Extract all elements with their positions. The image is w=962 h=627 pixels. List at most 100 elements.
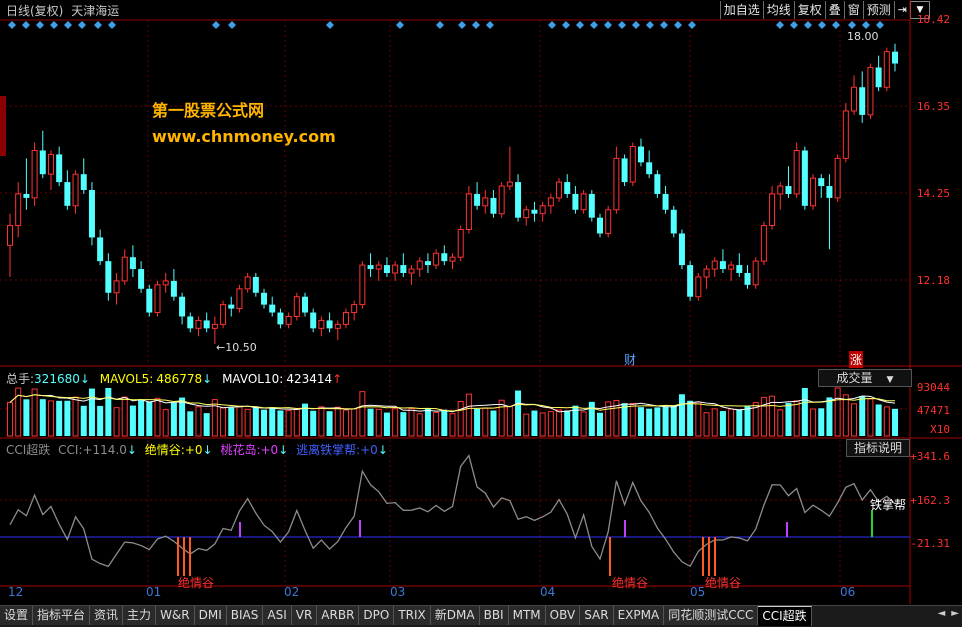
volume-bar (556, 409, 563, 437)
tab-19[interactable]: CCI超跌 (758, 606, 812, 626)
candle-body (801, 150, 808, 206)
volume-bar (23, 399, 30, 436)
total-volume-value: 321680 (34, 372, 80, 386)
x-axis-label: 06 (840, 585, 856, 599)
volume-bar (760, 396, 767, 437)
jueqinggu-value: +0 (184, 443, 203, 457)
candle-body (777, 185, 784, 195)
x-axis-label: 12 (8, 585, 24, 599)
tab-17[interactable]: EXPMA (613, 606, 665, 625)
tab-1[interactable]: 指标平台 (33, 606, 91, 625)
tab-15[interactable]: OBV (545, 606, 581, 625)
tab-4[interactable]: W&R (156, 606, 195, 625)
tab-10[interactable]: DPO (359, 606, 395, 625)
candle-body (47, 153, 54, 175)
candle-body (179, 296, 186, 317)
volume-bar (834, 387, 841, 437)
candle-body (695, 276, 702, 298)
tab-3[interactable]: 主力 (123, 606, 157, 625)
volume-bar (342, 409, 349, 437)
candle-body (236, 288, 243, 310)
volume-bar (244, 408, 251, 437)
candle-body (244, 276, 251, 290)
candle-body (826, 186, 833, 198)
indicator-help-button[interactable]: 指标说明 (846, 439, 910, 457)
candle-body (646, 162, 653, 175)
tab-13[interactable]: BBI (479, 606, 509, 625)
volume-bar (482, 407, 489, 437)
volume-bar (637, 407, 644, 436)
tab-18[interactable]: 同花顺测试CCC (664, 606, 759, 625)
event-diamond (646, 21, 654, 29)
event-diamond (8, 21, 16, 29)
cci-label: CCI: (58, 443, 83, 457)
volume-bar (351, 408, 358, 437)
volume-bar (47, 400, 54, 437)
x-axis-label: 01 (146, 585, 162, 599)
volume-bar (441, 409, 448, 436)
volume-bar (588, 401, 595, 436)
volume-bar (392, 408, 399, 437)
volume-bar (416, 413, 423, 437)
scroll-right-icon[interactable]: ► (948, 606, 962, 627)
limit-up-mark[interactable]: 涨 (849, 351, 864, 368)
jueqing-annotation: 绝情谷 (178, 576, 215, 590)
jueqinggu-label: 绝情谷: (144, 443, 185, 457)
event-diamond (458, 21, 466, 29)
candle-body (408, 268, 415, 274)
candle-body (580, 193, 587, 211)
finance-event-mark[interactable]: 财 (624, 351, 636, 368)
tab-16[interactable]: SAR (580, 606, 614, 625)
candle-body (293, 296, 300, 317)
candle-body (170, 280, 177, 297)
tab-12[interactable]: 新DMA (430, 606, 480, 625)
volume-bar (285, 410, 292, 437)
volume-bar (490, 410, 497, 436)
volume-bar (310, 410, 317, 436)
volume-bar (678, 394, 685, 436)
chevron-down-icon: ▼ (886, 375, 894, 385)
cci-curve (9, 454, 896, 568)
event-diamond (590, 21, 598, 29)
scroll-left-icon[interactable]: ◄ (935, 606, 949, 627)
volume-bar (449, 413, 456, 437)
tiezhang-annotation: 铁掌帮 (870, 498, 907, 512)
candle-body (416, 260, 423, 270)
volume-bar (228, 407, 235, 436)
volume-bar (211, 399, 218, 437)
tab-8[interactable]: VR (291, 606, 318, 625)
tab-6[interactable]: BIAS (226, 606, 264, 625)
volume-bar (662, 406, 669, 436)
candle-body (269, 304, 276, 313)
volume-bar (375, 408, 382, 437)
volume-bar (187, 411, 194, 436)
event-diamond (776, 21, 784, 29)
tab-9[interactable]: ARBR (317, 606, 360, 625)
indicator-name[interactable]: CCI超跌 (6, 443, 50, 457)
tab-7[interactable]: ASI (263, 606, 292, 625)
event-diamond (472, 21, 480, 29)
watermark-url: www.chnmoney.com (152, 127, 336, 146)
tab-14[interactable]: MTM (508, 606, 546, 625)
candle-body (97, 237, 104, 262)
candle-body (121, 256, 128, 282)
tab-5[interactable]: DMI (194, 606, 227, 625)
candle-body (556, 181, 563, 199)
tab-2[interactable]: 资讯 (90, 606, 124, 625)
volume-selector[interactable]: 成交量 ▼ (818, 369, 912, 387)
candle-body (23, 193, 30, 198)
event-diamond (548, 21, 556, 29)
tab-0[interactable]: 设置 (0, 606, 34, 625)
event-diamond (486, 21, 494, 29)
jueqing-annotation: 绝情谷 (612, 576, 649, 590)
cci-axis-label: +341.6 (910, 450, 950, 463)
event-diamonds (8, 21, 884, 29)
tab-11[interactable]: TRIX (394, 606, 431, 625)
candle-body (228, 304, 235, 309)
mavol10-value: 423414 (286, 372, 333, 386)
candle-body (736, 265, 743, 273)
cci-axis-label: -21.31 (910, 537, 950, 550)
candle-body (810, 177, 817, 207)
volume-bar (400, 412, 407, 436)
volume-bar (810, 408, 817, 437)
